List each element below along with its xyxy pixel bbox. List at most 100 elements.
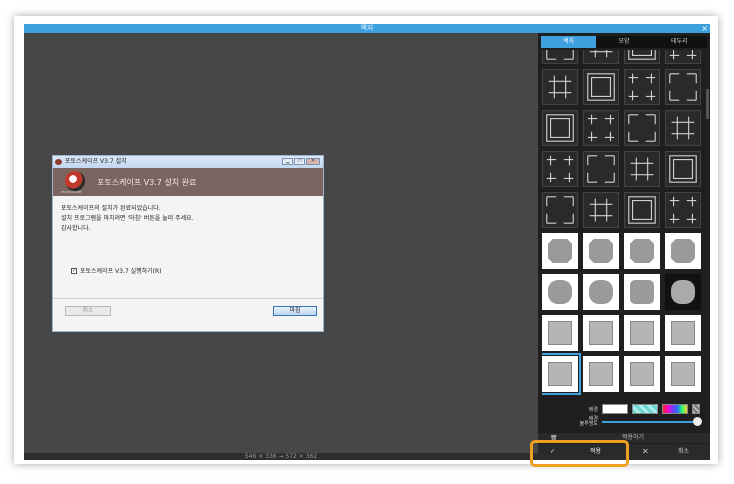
run-checkbox-row: ✓ 포토스케이프 V3.7 실행하기(R) xyxy=(71,266,162,275)
run-checkbox-label: 포토스케이프 V3.7 실행하기(R) xyxy=(80,268,162,275)
frame-preview xyxy=(548,362,572,386)
frame-thumbnail[interactable] xyxy=(542,110,578,146)
frame-preview xyxy=(630,362,654,386)
frame-preview xyxy=(589,321,613,345)
frame-thumbnail[interactable] xyxy=(583,233,619,269)
status-bar: 546 × 336 → 572 × 362 xyxy=(24,453,538,460)
background-color-picker[interactable] xyxy=(662,404,688,414)
frame-thumbnail[interactable] xyxy=(542,233,578,269)
transparency-slider[interactable] xyxy=(602,417,702,426)
frame-preview xyxy=(548,280,572,304)
frame-thumbnail[interactable] xyxy=(542,151,578,187)
frame-preview xyxy=(671,280,695,304)
maximize-icon: ▭ xyxy=(294,158,305,165)
frame-thumbnail[interactable] xyxy=(542,192,578,228)
frame-thumbnail[interactable] xyxy=(583,356,619,392)
installer-body: 포토스케이프의 설치가 완료되었습니다. 설치 프로그램을 마치려면 '마침' … xyxy=(53,196,323,234)
frame-thumbnail-grid xyxy=(542,50,706,395)
installer-screenshot: 포토스케이프 V3.7 설치 ▁ ▭ ✕ PHOTOSCAPE 포토스케이프 V… xyxy=(52,155,324,332)
image-canvas[interactable]: 포토스케이프 V3.7 설치 ▁ ▭ ✕ PHOTOSCAPE 포토스케이프 V… xyxy=(24,33,538,453)
transparency-label: 배경 불투명도 xyxy=(579,416,598,427)
frame-thumbnail[interactable] xyxy=(583,151,619,187)
installer-cancel-button: 취소 xyxy=(65,306,111,316)
frame-thumbnail[interactable] xyxy=(542,274,578,310)
apply-highlight-annotation xyxy=(530,440,629,467)
tab-border[interactable]: 테두리 xyxy=(652,36,707,48)
tab-shape[interactable]: 모양 xyxy=(596,36,651,48)
frame-thumbnail[interactable] xyxy=(665,274,701,310)
window-titlebar: 액자 × xyxy=(24,24,710,33)
frame-preview xyxy=(589,362,613,386)
transparency-row: 배경 불투명도 xyxy=(578,416,702,427)
body-line: 포토스케이프의 설치가 완료되었습니다. xyxy=(61,205,161,212)
background-white-swatch[interactable] xyxy=(602,404,628,414)
installer-heading: 포토스케이프 V3.7 설치 완료 xyxy=(97,178,197,187)
tab-frame[interactable]: 액자 xyxy=(541,36,597,48)
frame-thumbnail[interactable] xyxy=(624,110,660,146)
frame-thumbnail[interactable] xyxy=(665,151,701,187)
frame-preview xyxy=(671,321,695,345)
frame-thumbnail[interactable] xyxy=(665,315,701,351)
close-icon[interactable]: × xyxy=(701,24,708,33)
frame-preview xyxy=(630,321,654,345)
slider-knob[interactable] xyxy=(693,417,702,426)
frame-thumbnail[interactable] xyxy=(542,50,578,64)
body-line: 감사합니다. xyxy=(61,225,91,232)
frame-thumbnail[interactable] xyxy=(665,110,701,146)
frame-thumbnail[interactable] xyxy=(583,315,619,351)
app-logo-icon xyxy=(55,159,62,165)
grid-scrollbar[interactable] xyxy=(706,89,709,119)
frame-preview xyxy=(671,362,695,386)
background-label: 배경 xyxy=(588,406,598,413)
minimize-icon: ▁ xyxy=(282,158,293,165)
installer-titlebar: 포토스케이프 V3.7 설치 ▁ ▭ ✕ xyxy=(53,156,323,168)
frame-preview xyxy=(589,239,613,263)
photoscape-logo-icon xyxy=(65,171,85,191)
frame-thumbnail[interactable] xyxy=(542,315,578,351)
frame-thumbnail[interactable] xyxy=(624,69,660,105)
close-icon: ✕ xyxy=(306,158,320,165)
window-title: 액자 xyxy=(360,24,374,32)
panel-tabs: 액자 모양 테두리 xyxy=(541,36,707,48)
frame-preview xyxy=(671,239,695,263)
frame-preview xyxy=(548,321,572,345)
background-pattern-swatch[interactable] xyxy=(632,404,658,414)
frame-thumbnail[interactable] xyxy=(665,233,701,269)
divider xyxy=(53,298,323,299)
frame-thumbnail[interactable] xyxy=(583,110,619,146)
frame-thumbnail[interactable] xyxy=(583,50,619,64)
cancel-button[interactable]: ✕ 취소 xyxy=(638,445,708,459)
frame-panel: 액자 모양 테두리 배경 배경 불투명도 🗑 적용하기 ✓ 적용 ✕ 취소 xyxy=(538,33,710,460)
frame-preview xyxy=(630,239,654,263)
frame-thumbnail[interactable] xyxy=(583,192,619,228)
frame-thumbnail[interactable] xyxy=(624,356,660,392)
frame-thumbnail[interactable] xyxy=(583,69,619,105)
installer-finish-button: 마침 xyxy=(273,306,317,316)
cancel-label: 취소 xyxy=(678,448,690,455)
installer-banner: PHOTOSCAPE 포토스케이프 V3.7 설치 완료 xyxy=(53,168,323,196)
background-texture-swatch[interactable] xyxy=(692,404,700,414)
frame-thumbnail[interactable] xyxy=(624,151,660,187)
frame-thumbnail[interactable] xyxy=(665,50,701,64)
frame-preview xyxy=(630,280,654,304)
logo-caption: PHOTOSCAPE xyxy=(61,190,82,194)
close-icon: ✕ xyxy=(642,447,649,456)
frame-thumbnail[interactable] xyxy=(624,233,660,269)
frame-thumbnail[interactable] xyxy=(624,192,660,228)
frame-thumbnail[interactable] xyxy=(624,274,660,310)
installer-title: 포토스케이프 V3.7 설치 xyxy=(65,158,127,165)
frame-thumbnail[interactable] xyxy=(583,274,619,310)
frame-preview xyxy=(589,280,613,304)
frame-thumbnail[interactable] xyxy=(624,50,660,64)
frame-thumbnail[interactable] xyxy=(624,315,660,351)
frame-thumbnail[interactable] xyxy=(665,69,701,105)
frame-preview xyxy=(548,239,572,263)
frame-thumbnail[interactable] xyxy=(542,69,578,105)
frame-thumbnail[interactable] xyxy=(665,192,701,228)
background-row: 배경 xyxy=(578,403,700,415)
frame-thumbnail[interactable] xyxy=(542,353,581,395)
frame-thumbnail[interactable] xyxy=(665,356,701,392)
body-line: 설치 프로그램을 마치려면 '마침' 버튼을 눌러 주세요. xyxy=(61,215,194,222)
image-size-readout: 546 × 336 → 572 × 362 xyxy=(244,453,318,460)
checkbox-checked-icon: ✓ xyxy=(71,267,77,274)
